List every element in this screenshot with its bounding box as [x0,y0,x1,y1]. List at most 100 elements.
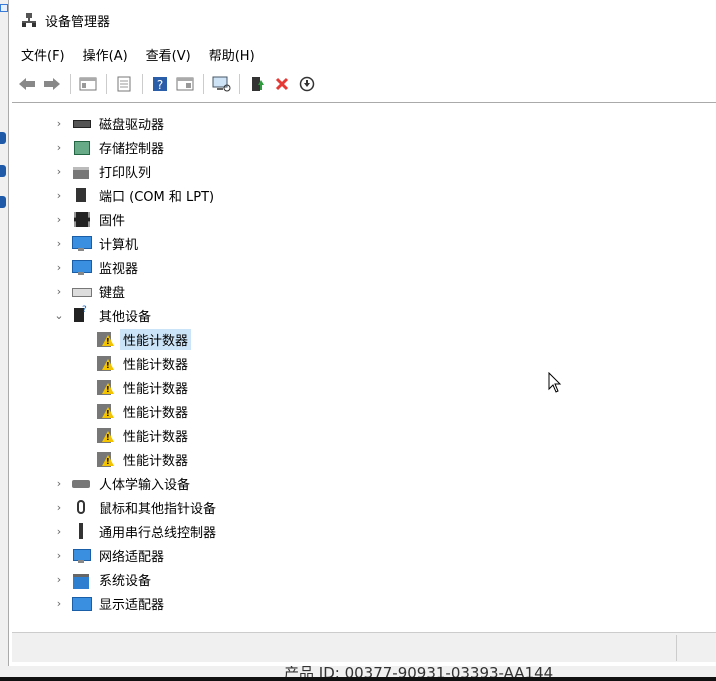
warning-device-icon: ! [96,379,114,395]
menu-bar: 文件(F) 操作(A) 查看(V) 帮助(H) [9,40,716,68]
tree-item-label: 人体学输入设备 [99,477,191,493]
menu-action[interactable]: 操作(A) [83,45,128,64]
tree-item-label: 键盘 [99,285,126,301]
tree-item-category[interactable]: › 人体学输入设备 [52,471,193,495]
chevron-right-icon[interactable]: › [52,549,66,562]
properties-button[interactable] [112,72,136,96]
other-devices-icon: ? [72,305,90,323]
system-devices-icon [72,571,90,589]
menu-view[interactable]: 查看(V) [146,45,191,64]
tree-item-category[interactable]: › 计算机 [52,231,141,255]
update-driver-button[interactable] [245,72,269,96]
monitor-icon [72,259,92,275]
tree-item-label: 网络适配器 [99,549,165,565]
tree-item-label: 存储控制器 [99,141,165,157]
chevron-right-icon[interactable]: › [52,285,66,298]
status-bar-segment [676,635,716,661]
toolbar-separator [70,74,71,94]
bottom-edge [0,677,716,681]
tree-item-category[interactable]: › 打印队列 [52,159,154,183]
display-adapter-icon [72,595,92,611]
keyboard-icon [72,283,92,299]
menu-file[interactable]: 文件(F) [21,45,65,64]
toolbar-separator [106,74,107,94]
window-title: 设备管理器 [45,14,111,30]
tree-item-device[interactable]: ! 性能计数器 [96,399,191,423]
toolbar-separator [239,74,240,94]
warning-device-icon: ! [96,451,114,467]
tree-item-category[interactable]: › 鼠标和其他指针设备 [52,495,219,519]
chevron-right-icon[interactable]: › [52,525,66,538]
action-pane-button[interactable] [173,72,197,96]
usb-icon [72,523,90,539]
uninstall-button[interactable] [270,72,294,96]
tree-item-label: 磁盘驱动器 [99,117,165,133]
chevron-right-icon[interactable]: › [52,237,66,250]
scan-hardware-button[interactable] [209,72,233,96]
tree-item-label: 其他设备 [99,309,152,325]
chevron-right-icon[interactable]: › [52,117,66,130]
warning-device-icon: ! [96,355,114,371]
show-hide-console-tree-button[interactable] [76,72,100,96]
tree-item-category[interactable]: › 键盘 [52,279,128,303]
chevron-right-icon[interactable]: › [52,477,66,490]
shield-icon [0,196,6,208]
title-bar[interactable]: 设备管理器 [9,0,716,40]
svg-text:?: ? [157,78,163,92]
tree-item-label: 计算机 [99,237,139,253]
tree-item-category[interactable]: › 端口 (COM 和 LPT) [52,183,217,207]
tree-item-label: 监视器 [99,261,139,277]
device-manager-window: 设备管理器 文件(F) 操作(A) 查看(V) 帮助(H) ? › 磁盘驱动器 … [8,0,716,666]
tree-item-device[interactable]: ! 性能计数器 [96,351,191,375]
tree-item-category[interactable]: › 通用串行总线控制器 [52,519,219,543]
back-arrow-icon [19,78,35,90]
chevron-down-icon[interactable]: ⌄ [52,309,66,322]
chevron-right-icon[interactable]: › [52,213,66,226]
tree-item-label: 性能计数器 [120,328,192,350]
port-icon [72,187,90,203]
tree-item-category[interactable]: › 固件 [52,207,128,231]
chevron-right-icon[interactable]: › [52,501,66,514]
tree-item-device[interactable]: ! 性能计数器 [96,327,192,351]
mouse-cursor-icon [548,372,562,393]
tree-item-category[interactable]: › 磁盘驱动器 [52,111,167,135]
toolbar-separator [203,74,204,94]
printer-icon [72,163,90,179]
tree-item-label: 系统设备 [99,573,152,589]
chevron-right-icon[interactable]: › [52,189,66,202]
help-button[interactable]: ? [148,72,172,96]
tree-item-label: 端口 (COM 和 LPT) [99,189,215,205]
tree-item-category[interactable]: › 显示适配器 [52,591,167,615]
chevron-right-icon[interactable]: › [52,573,66,586]
firmware-icon [72,211,90,227]
tree-item-category[interactable]: › 监视器 [52,255,141,279]
background-window-edge [0,0,8,681]
tree-item-label: 性能计数器 [123,381,189,397]
tree-item-label: 固件 [99,213,126,229]
mouse-icon [72,499,90,515]
tree-item-category[interactable]: ⌄? 其他设备 [52,303,154,327]
tree-item-category[interactable]: › 网络适配器 [52,543,167,567]
tree-item-category[interactable]: › 系统设备 [52,567,154,591]
tree-item-device[interactable]: ! 性能计数器 [96,423,191,447]
forward-button[interactable] [40,72,64,96]
tree-item-device[interactable]: ! 性能计数器 [96,375,191,399]
warning-device-icon: ! [96,331,114,347]
menu-help[interactable]: 帮助(H) [209,45,255,64]
action-pane-icon [176,77,194,91]
chevron-right-icon[interactable]: › [52,597,66,610]
download-circle-icon [299,76,315,92]
properties-icon [117,76,131,92]
enable-device-button[interactable] [295,72,319,96]
tree-item-category[interactable]: › 存储控制器 [52,135,167,159]
shield-icon [0,132,6,144]
disk-drive-icon [72,115,91,131]
tree-item-device[interactable]: ! 性能计数器 [96,447,191,471]
chevron-right-icon[interactable]: › [52,141,66,154]
network-adapter-icon [72,547,91,563]
chevron-right-icon[interactable]: › [52,261,66,274]
storage-controller-icon [72,139,90,155]
chevron-right-icon[interactable]: › [52,165,66,178]
tree-item-label: 通用串行总线控制器 [99,525,217,541]
back-button[interactable] [15,72,39,96]
